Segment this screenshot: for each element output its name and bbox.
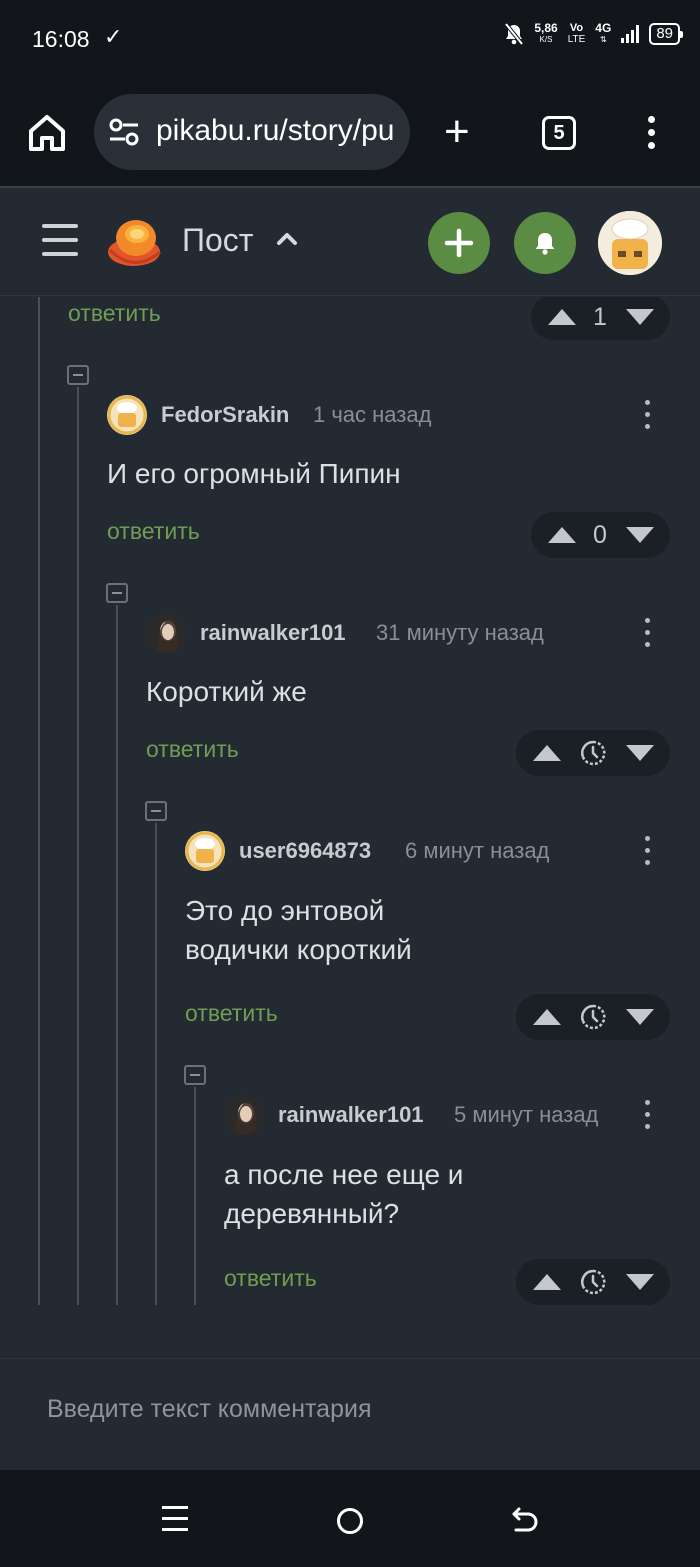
new-tab-icon[interactable]: + [444, 110, 470, 154]
comments-thread: ответить 1 FedorSrakin 1 час назад И его… [0, 297, 700, 1357]
comment-text: Это до энтовой водички короткий [185, 895, 412, 965]
vote-score: 1 [593, 303, 607, 331]
collapse-thread-button[interactable] [67, 365, 89, 385]
add-post-button[interactable] [428, 212, 490, 274]
browser-menu-icon[interactable] [648, 116, 656, 155]
signal-icon [621, 24, 640, 43]
collapse-thread-button[interactable] [184, 1065, 206, 1085]
vote-widget [516, 994, 670, 1040]
vote-widget [516, 730, 670, 776]
reply-link[interactable]: ответить [224, 1265, 317, 1292]
vote-widget: 1 [531, 297, 670, 340]
avatar[interactable] [185, 831, 225, 871]
comment-input-placeholder: Введите текст комментария [47, 1395, 372, 1423]
notifications-button[interactable] [514, 212, 576, 274]
timer-icon [581, 1004, 606, 1030]
comment-time: 31 минуту назад [376, 620, 544, 645]
comment-time: 1 час назад [313, 402, 432, 427]
vote-score: 0 [593, 521, 607, 549]
network-speed: 5,86 K/S [534, 20, 558, 44]
network-type: 4G ⇅ [595, 20, 612, 44]
avatar[interactable] [224, 1095, 264, 1135]
vote-widget: 0 [531, 512, 670, 558]
menu-icon[interactable] [42, 224, 78, 266]
upvote-icon[interactable] [533, 745, 561, 761]
browser-toolbar: pikabu.ru/story/pu + 5 [0, 80, 700, 188]
comment-menu-icon[interactable] [645, 618, 651, 654]
comment-time: 5 минут назад [454, 1102, 599, 1127]
site-settings-icon[interactable] [108, 118, 140, 146]
reply-link[interactable]: ответить [185, 1000, 278, 1027]
pikabu-logo[interactable] [106, 214, 162, 270]
back-icon[interactable] [510, 1506, 540, 1536]
download-done-icon: ✓ [104, 24, 123, 49]
downvote-icon[interactable] [626, 1009, 654, 1025]
collapse-thread-button[interactable] [145, 801, 167, 821]
collapse-thread-button[interactable] [106, 583, 128, 603]
comment-author[interactable]: rainwalker101 [200, 620, 346, 646]
timer-icon [581, 1269, 606, 1295]
comment-menu-icon[interactable] [645, 836, 651, 872]
home-nav-icon[interactable] [337, 1508, 363, 1534]
comment-text: а после нее еще и деревянный? [224, 1159, 464, 1229]
app-header: Пост [0, 190, 700, 296]
reply-link[interactable]: ответить [146, 736, 239, 763]
downvote-icon[interactable] [626, 309, 654, 325]
comment-menu-icon[interactable] [645, 1100, 651, 1136]
avatar[interactable] [146, 613, 186, 653]
downvote-icon[interactable] [626, 1274, 654, 1290]
tab-switcher-button[interactable]: 5 [542, 116, 576, 150]
page-title[interactable]: Пост [182, 222, 253, 259]
system-nav-bar [0, 1470, 700, 1567]
recent-apps-icon[interactable] [162, 1506, 188, 1539]
plus-icon [444, 228, 474, 258]
notifications-off-icon [504, 22, 524, 45]
url-text: pikabu.ru/story/pu [156, 114, 395, 147]
downvote-icon[interactable] [626, 527, 654, 543]
home-icon[interactable] [24, 110, 70, 156]
vote-widget [516, 1259, 670, 1305]
avatar[interactable] [107, 395, 147, 435]
upvote-icon[interactable] [548, 527, 576, 543]
comment-author[interactable]: user6964873 [239, 838, 371, 864]
comment-text: И его огромный Пипин [107, 458, 401, 489]
upvote-icon[interactable] [533, 1009, 561, 1025]
downvote-icon[interactable] [626, 745, 654, 761]
comment-time: 6 минут назад [405, 838, 550, 863]
bell-icon [535, 233, 555, 255]
reply-link[interactable]: ответить [107, 518, 200, 545]
user-avatar[interactable] [598, 211, 662, 275]
upvote-icon[interactable] [548, 309, 576, 325]
address-bar[interactable]: pikabu.ru/story/pu [94, 94, 410, 170]
volte-indicator: Vo LTE [567, 22, 586, 46]
upvote-icon[interactable] [533, 1274, 561, 1290]
battery-icon: 89 [649, 22, 683, 45]
comment-author[interactable]: FedorSrakin [161, 402, 289, 428]
timer-icon [581, 740, 606, 766]
reply-link[interactable]: ответить [68, 300, 161, 327]
comment-author[interactable]: rainwalker101 [278, 1102, 424, 1128]
status-time: 16:08 [32, 26, 90, 52]
comment-text: Короткий же [146, 676, 307, 707]
status-bar: 16:08 ✓ 5,86 K/S Vo LTE 4G ⇅ 89 [0, 0, 700, 80]
chevron-up-icon[interactable] [276, 228, 298, 250]
comment-menu-icon[interactable] [645, 400, 651, 436]
comment-input[interactable]: Введите текст комментария [0, 1358, 700, 1460]
